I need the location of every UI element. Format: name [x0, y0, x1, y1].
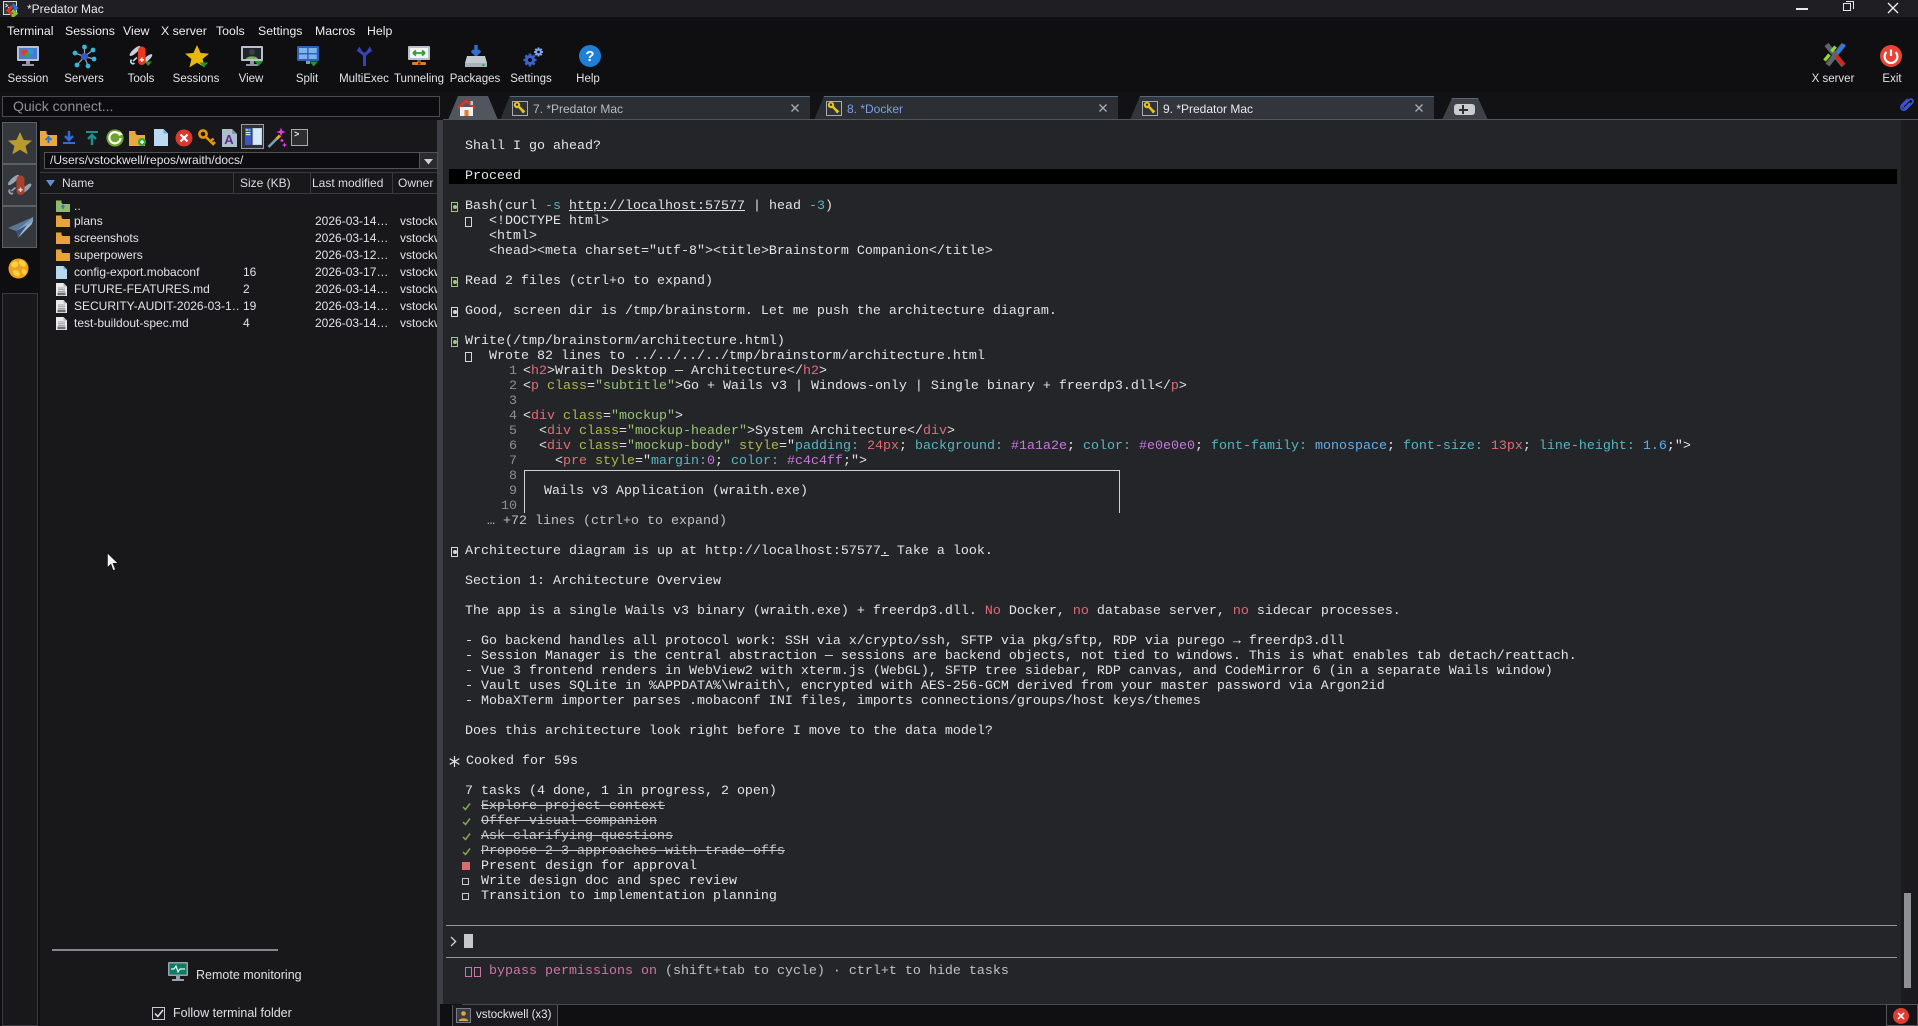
svg-text:A: A — [224, 132, 234, 147]
svg-text:?: ? — [585, 48, 594, 65]
